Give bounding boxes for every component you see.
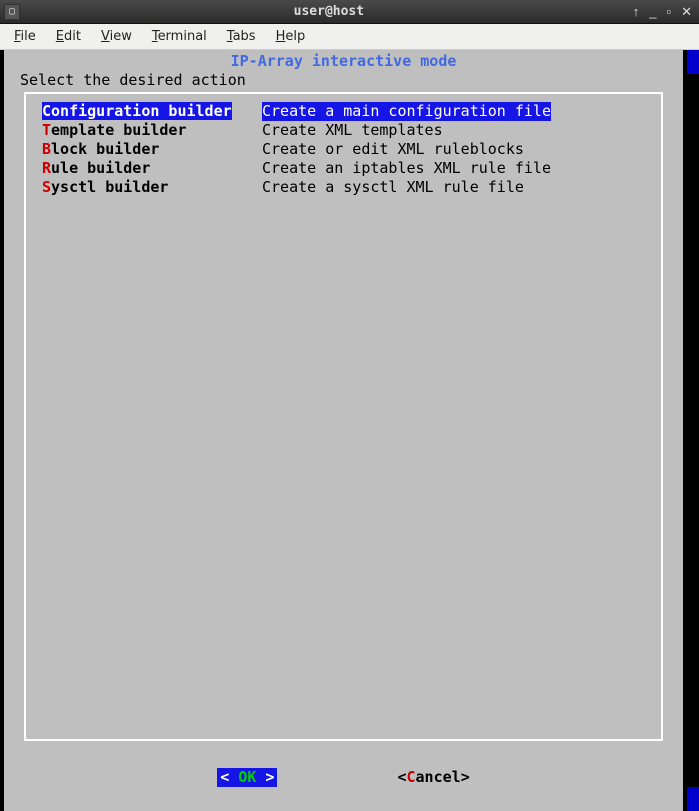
terminal-cursor — [4, 793, 14, 811]
menubar: File Edit View Terminal Tabs Help — [0, 24, 699, 50]
menu-item-r[interactable]: Rule builder Create an iptables XML rule … — [42, 159, 645, 178]
menu-item-desc: Create a main configuration file — [262, 102, 551, 121]
window-controls: ↑ _ ▫ ✕ — [630, 4, 695, 20]
terminal-area: IP-Array interactive mode Select the des… — [0, 50, 699, 811]
menu-terminal[interactable]: Terminal — [144, 27, 215, 46]
terminal-icon: ▢ — [4, 4, 20, 20]
menu-item-hotkey: C — [42, 102, 51, 120]
menu-item-label: lock builder — [51, 140, 159, 158]
menu-item-t[interactable]: Template builder Create XML templates — [42, 121, 645, 140]
scrollbar-thumb-bottom[interactable] — [687, 787, 699, 811]
menu-item-hotkey: B — [42, 140, 51, 158]
menu-item-b[interactable]: Block builder Create or edit XML rulebloc… — [42, 140, 645, 159]
menu-tabs[interactable]: Tabs — [219, 27, 264, 46]
menu-item-desc: Create or edit XML ruleblocks — [262, 140, 524, 159]
menu-item-label: emplate builder — [51, 121, 186, 139]
rollup-icon[interactable]: ↑ — [630, 4, 643, 19]
dialog-prompt: Select the desired action — [4, 71, 683, 90]
scrollbar-thumb-top[interactable] — [687, 50, 699, 74]
close-icon[interactable]: ✕ — [678, 4, 695, 20]
menu-item-label: onfiguration builder — [51, 102, 232, 120]
cancel-button[interactable]: <Cancel> — [397, 768, 469, 787]
menu-item-desc: Create a sysctl XML rule file — [262, 178, 524, 197]
maximize-icon[interactable]: ▫ — [663, 4, 674, 19]
menu-view[interactable]: View — [93, 27, 140, 46]
menu-item-hotkey: T — [42, 121, 51, 139]
scrollbar-track[interactable] — [687, 50, 699, 811]
menu-help[interactable]: Help — [268, 27, 314, 46]
dialog-buttons: < OK > <Cancel> — [4, 768, 683, 787]
menu-item-c[interactable]: Configuration builder Create a main confi… — [42, 102, 645, 121]
menu-item-desc: Create an iptables XML rule file — [262, 159, 551, 178]
menu-item-hotkey: S — [42, 178, 51, 196]
menu-item-label: ysctl builder — [51, 178, 168, 196]
ok-button[interactable]: < OK > — [217, 768, 277, 787]
menu-edit[interactable]: Edit — [48, 27, 89, 46]
dialog-box: Configuration builder Create a main confi… — [24, 92, 663, 741]
dialog-header: IP-Array interactive mode — [4, 50, 683, 71]
menu-list: Configuration builder Create a main confi… — [26, 94, 661, 205]
menu-item-label: ule builder — [51, 159, 150, 177]
terminal-content: IP-Array interactive mode Select the des… — [4, 50, 683, 811]
menu-file[interactable]: File — [6, 27, 44, 46]
menu-item-desc: Create XML templates — [262, 121, 443, 140]
minimize-icon[interactable]: _ — [646, 4, 659, 19]
menu-item-hotkey: R — [42, 159, 51, 177]
window-titlebar: ▢ user@host ↑ _ ▫ ✕ — [0, 0, 699, 24]
menu-item-s[interactable]: Sysctl builder Create a sysctl XML rule f… — [42, 178, 645, 197]
window-title: user@host — [28, 4, 630, 19]
